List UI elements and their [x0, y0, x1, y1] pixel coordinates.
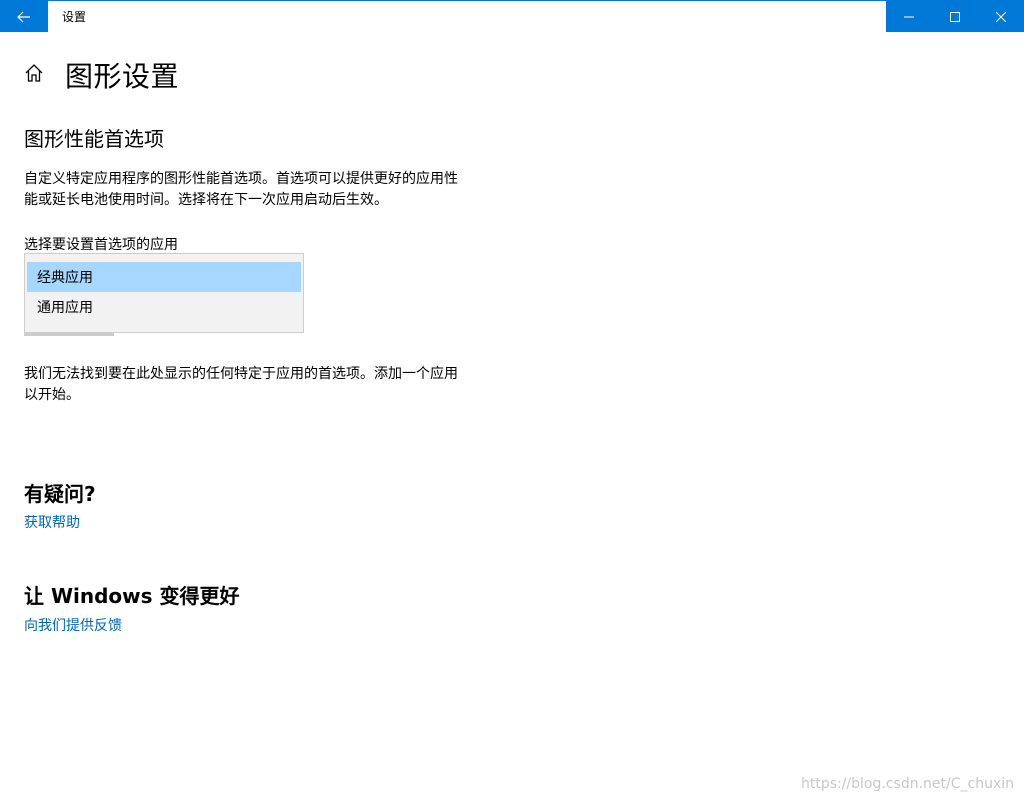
page-title: 图形设置: [65, 60, 180, 93]
close-icon: [996, 11, 1006, 22]
title-bar: 设置: [0, 1, 1024, 32]
home-button[interactable]: [24, 63, 44, 83]
window-controls: [886, 1, 1024, 32]
empty-preferences-message: 我们无法找到要在此处显示的任何特定于应用的首选项。添加一个应用以开始。: [24, 366, 458, 403]
app-select-label: 选择要设置首选项的应用: [24, 237, 178, 253]
questions-title: 有疑问?: [24, 482, 96, 506]
app-type-dropdown-list[interactable]: 经典应用 通用应用: [24, 253, 304, 333]
dropdown-underlay: [24, 333, 114, 336]
option-universal-app[interactable]: 通用应用: [27, 292, 301, 322]
window-title: 设置: [62, 10, 87, 24]
home-icon: [25, 64, 43, 82]
back-button[interactable]: [0, 1, 48, 32]
minimize-icon: [904, 16, 914, 17]
improve-windows-title: 让 Windows 变得更好: [24, 584, 240, 608]
section-description: 自定义特定应用程序的图形性能首选项。首选项可以提供更好的应用性能或延长电池使用时…: [24, 171, 458, 208]
get-help-link[interactable]: 获取帮助: [24, 512, 80, 532]
watermark: https://blog.csdn.net/C_chuxin: [800, 776, 1014, 792]
close-button[interactable]: [978, 1, 1024, 32]
section-title: 图形性能首选项: [24, 127, 164, 151]
minimize-button[interactable]: [886, 1, 932, 32]
back-arrow-icon: [17, 11, 30, 22]
give-feedback-link[interactable]: 向我们提供反馈: [24, 615, 122, 635]
maximize-button[interactable]: [932, 1, 978, 32]
settings-window: 设置 图形设置 图形性能首选项 自定义特定应用程序的图形性能首选项。首选项可以提…: [0, 0, 1024, 800]
maximize-icon: [950, 11, 960, 22]
option-classic-app[interactable]: 经典应用: [27, 262, 301, 292]
